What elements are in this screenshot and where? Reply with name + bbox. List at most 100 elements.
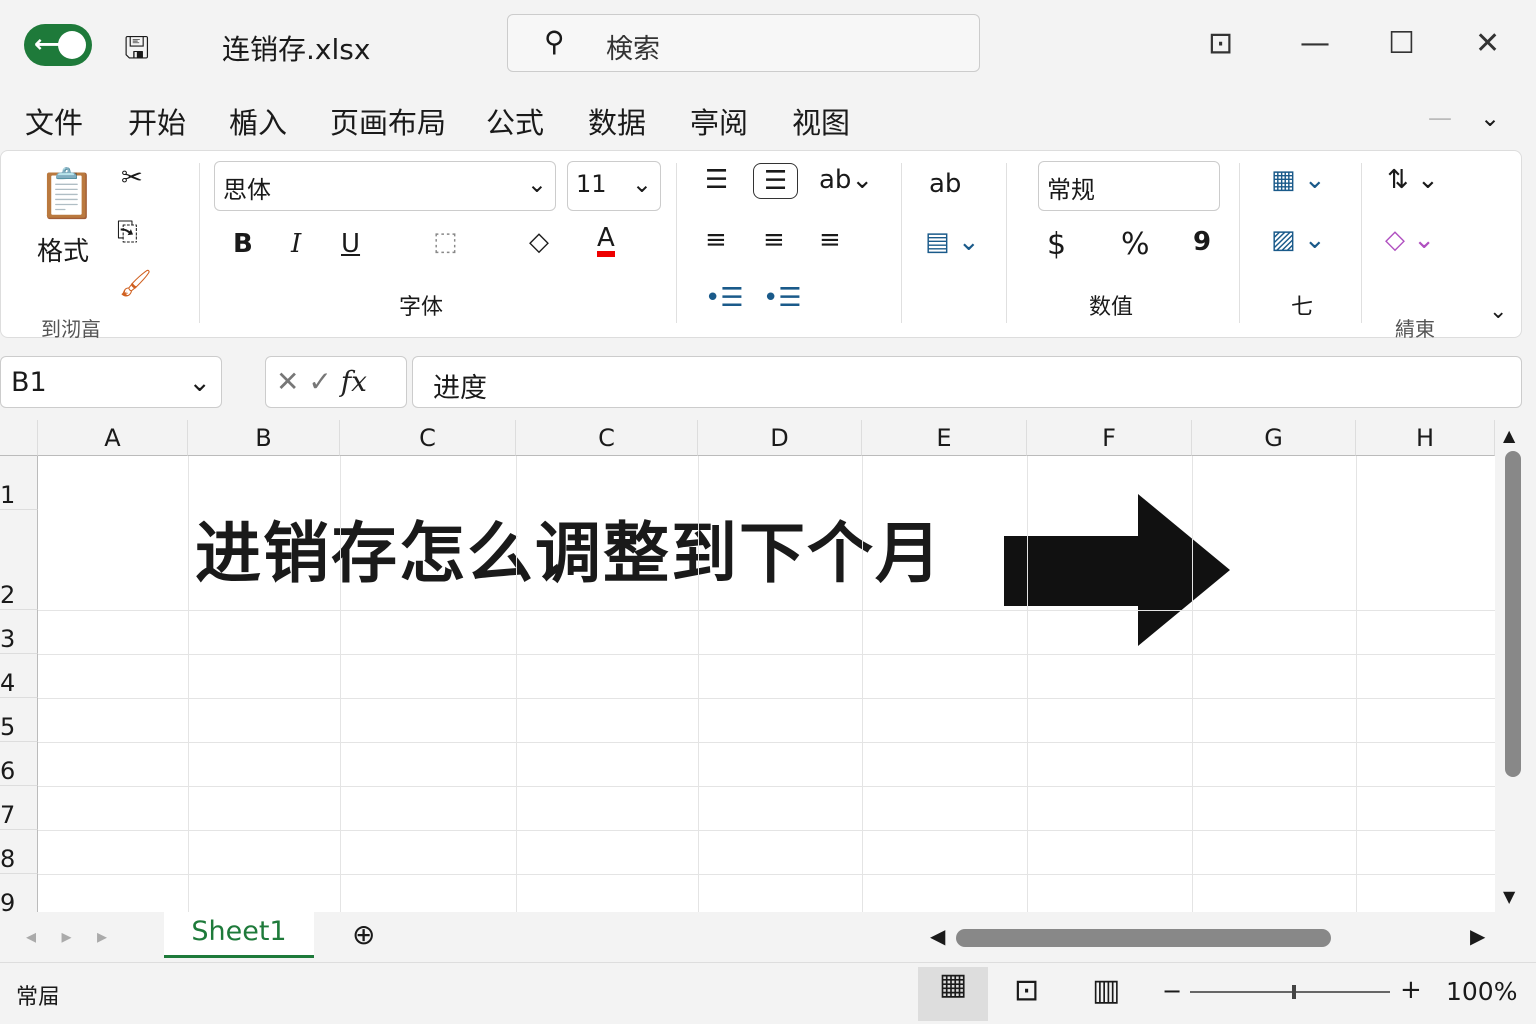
column-header[interactable]: B — [188, 420, 340, 456]
row-header[interactable]: 8 — [0, 830, 38, 874]
clear-icon[interactable]: ◇ ⌄ — [1385, 225, 1435, 255]
gridline — [38, 698, 1495, 699]
zoom-slider[interactable] — [1190, 985, 1390, 999]
font-size-select[interactable]: 11 ⌄ — [567, 161, 661, 211]
minimize-button[interactable]: — — [1300, 26, 1330, 61]
sort-filter-icon[interactable]: ⇅ ⌄ — [1387, 165, 1439, 195]
decrease-indent-icon[interactable]: •☰ — [705, 283, 744, 313]
align-left-icon[interactable]: ≡ — [705, 225, 727, 255]
font-name-value: 思体 — [223, 176, 271, 204]
row-header[interactable]: 5 — [0, 698, 38, 742]
formula-buttons[interactable]: ✕ ✓ fx — [265, 356, 407, 408]
row-header[interactable]: 1 — [0, 456, 38, 510]
tab-insert[interactable]: 楯入 — [229, 100, 287, 142]
tab-home[interactable]: 开始 — [128, 100, 187, 156]
fill-color-icon[interactable]: ◇ — [529, 227, 549, 257]
column-header[interactable]: E — [862, 420, 1027, 456]
paste-label[interactable]: 格式 — [37, 231, 89, 268]
horizontal-scrollbar[interactable] — [956, 929, 1331, 947]
gridline — [340, 456, 341, 912]
sheet-nav-arrows[interactable]: ◂ ▸ ▸ — [26, 924, 107, 948]
save-icon[interactable]: 🖫 — [124, 26, 150, 77]
expand-ribbon-icon[interactable]: ⌄ — [1489, 299, 1507, 324]
gridline — [862, 456, 863, 912]
tab-view[interactable]: 视图 — [792, 100, 850, 142]
fx-icon[interactable]: fx — [341, 365, 367, 398]
column-header[interactable]: H — [1356, 420, 1495, 456]
font-color-button[interactable]: A — [597, 225, 615, 257]
wrap-text-icon[interactable]: ab⌄ — [819, 165, 873, 195]
gridline — [38, 610, 1495, 611]
gridline — [516, 456, 517, 912]
format-table-icon[interactable]: ▨ ⌄ — [1271, 225, 1326, 255]
add-sheet-icon[interactable]: ⊕ — [352, 918, 375, 951]
arrow-shape[interactable] — [1004, 494, 1234, 646]
font-group-label: 字体 — [399, 295, 444, 320]
row-header[interactable]: 6 — [0, 742, 38, 786]
tab-data[interactable]: 数据 — [588, 100, 646, 142]
align-center-icon[interactable]: ≡ — [763, 225, 785, 255]
formula-input[interactable]: 进度 — [412, 356, 1522, 408]
column-header[interactable]: F — [1027, 420, 1192, 456]
column-header[interactable]: C — [516, 420, 698, 456]
close-button[interactable]: ✕ — [1475, 26, 1500, 61]
row-header[interactable]: 9 — [0, 874, 38, 912]
comma-button[interactable]: 9 — [1193, 227, 1211, 257]
merge-icon[interactable]: ▤ ⌄ — [925, 227, 980, 257]
page-break-view-icon[interactable]: ▥ — [1092, 973, 1120, 1008]
scroll-left-icon[interactable]: ◀ — [930, 924, 945, 948]
gridline — [698, 456, 699, 912]
maximize-button[interactable]: ☐ — [1388, 26, 1415, 61]
sheet-tab-sheet1[interactable]: Sheet1 — [164, 912, 314, 958]
row-header[interactable]: 7 — [0, 786, 38, 830]
orientation-icon[interactable]: ab — [929, 169, 961, 199]
underline-button[interactable]: U — [341, 229, 360, 259]
increase-indent-icon[interactable]: •☰ — [763, 283, 802, 313]
font-name-select[interactable]: 思体 ⌄ — [214, 161, 556, 211]
percent-button[interactable]: % — [1121, 227, 1150, 262]
column-header[interactable]: G — [1192, 420, 1356, 456]
tab-page-layout[interactable]: 页画布局 — [330, 100, 446, 142]
gridline — [38, 742, 1495, 743]
cut-icon[interactable]: ✂ — [121, 163, 143, 193]
spreadsheet-grid: 进销存怎么调整到下个月 ABCCDEFGH123456789 — [0, 420, 1495, 912]
search-placeholder: 検索 — [606, 34, 660, 65]
select-all[interactable] — [0, 420, 38, 456]
gridline — [1192, 456, 1193, 912]
italic-button[interactable]: I — [291, 229, 301, 259]
autosave-toggle[interactable]: ⟵ — [24, 24, 92, 66]
tab-review[interactable]: 亭阅 — [690, 100, 748, 142]
conditional-format-icon[interactable]: ▦ ⌄ — [1271, 165, 1326, 195]
row-header[interactable]: 2 — [0, 510, 38, 610]
column-header[interactable]: A — [38, 420, 188, 456]
name-box[interactable]: B1 ⌄ — [0, 356, 222, 408]
align-top-icon[interactable]: ☰ — [705, 165, 728, 195]
ribbon-minimize[interactable]: — — [1428, 104, 1452, 132]
copy-icon[interactable]: ⎘ — [117, 217, 138, 248]
bold-button[interactable]: B — [233, 229, 253, 259]
tab-file[interactable]: 文件 — [25, 100, 83, 142]
zoom-in-button[interactable]: + — [1400, 975, 1422, 1005]
ribbon-collapse-icon[interactable]: ⌄ — [1480, 104, 1500, 132]
row-header[interactable]: 4 — [0, 654, 38, 698]
column-header[interactable]: D — [698, 420, 862, 456]
zoom-level[interactable]: 100% — [1446, 977, 1517, 1006]
page-layout-view-icon[interactable]: ⊡ — [1014, 973, 1039, 1008]
column-header[interactable]: C — [340, 420, 516, 456]
ribbon-display-icon[interactable]: ⊡ — [1208, 26, 1233, 61]
paste-icon[interactable]: 📋 — [37, 165, 97, 222]
tab-formulas[interactable]: 公式 — [486, 100, 544, 142]
number-format-select[interactable]: 常规 — [1038, 161, 1220, 211]
row-header[interactable]: 3 — [0, 610, 38, 654]
format-painter-icon[interactable]: 🖌 — [119, 269, 152, 299]
scroll-right-icon[interactable]: ▶ — [1470, 924, 1485, 948]
normal-view-icon[interactable]: ▦ — [918, 967, 988, 1021]
align-middle-icon[interactable]: ☰ — [753, 163, 799, 199]
borders-icon[interactable]: ⬚ — [433, 227, 458, 257]
search-box[interactable]: ⚲ 検索 — [507, 14, 980, 72]
vertical-scrollbar[interactable]: ▲ ▼ — [1503, 426, 1525, 906]
currency-button[interactable]: $ — [1047, 227, 1066, 262]
zoom-out-button[interactable]: − — [1162, 977, 1182, 1005]
editing-group-label: 綪東 — [1395, 317, 1435, 341]
align-right-icon[interactable]: ≡ — [819, 225, 841, 255]
